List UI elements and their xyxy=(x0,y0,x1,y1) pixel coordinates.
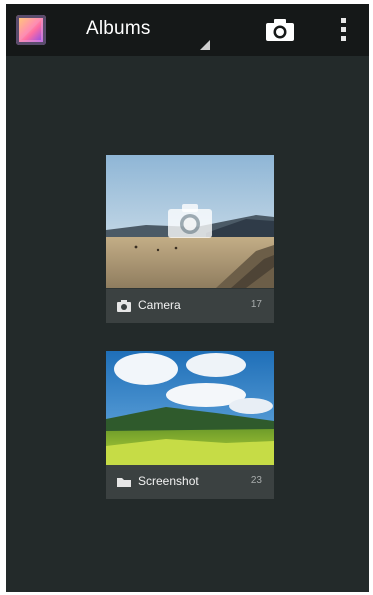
gallery-app-icon[interactable] xyxy=(16,15,46,45)
album-view-spinner-label[interactable]: Albums xyxy=(86,18,151,40)
camera-overlay-icon xyxy=(168,204,212,238)
album-card-camera[interactable]: Camera 17 xyxy=(106,155,274,323)
album-card-screenshot[interactable]: Screenshot 23 xyxy=(106,351,274,499)
album-thumbnail-screenshot xyxy=(106,351,274,465)
album-count: 23 xyxy=(250,475,262,486)
action-bar: Albums xyxy=(6,4,369,56)
folder-icon xyxy=(117,478,131,487)
camera-icon[interactable] xyxy=(264,18,296,42)
spinner-arrow-icon[interactable] xyxy=(200,40,210,50)
album-name: Camera xyxy=(138,298,181,312)
camera-icon xyxy=(117,300,131,312)
album-label-bar: Camera 17 xyxy=(106,289,274,323)
gallery-screen: Albums Camera 17 Screenshot 23 xyxy=(6,4,369,592)
album-name: Screenshot xyxy=(138,474,199,488)
overflow-menu-icon[interactable] xyxy=(338,18,348,44)
album-count: 17 xyxy=(250,299,262,310)
album-label-bar: Screenshot 23 xyxy=(106,465,274,499)
